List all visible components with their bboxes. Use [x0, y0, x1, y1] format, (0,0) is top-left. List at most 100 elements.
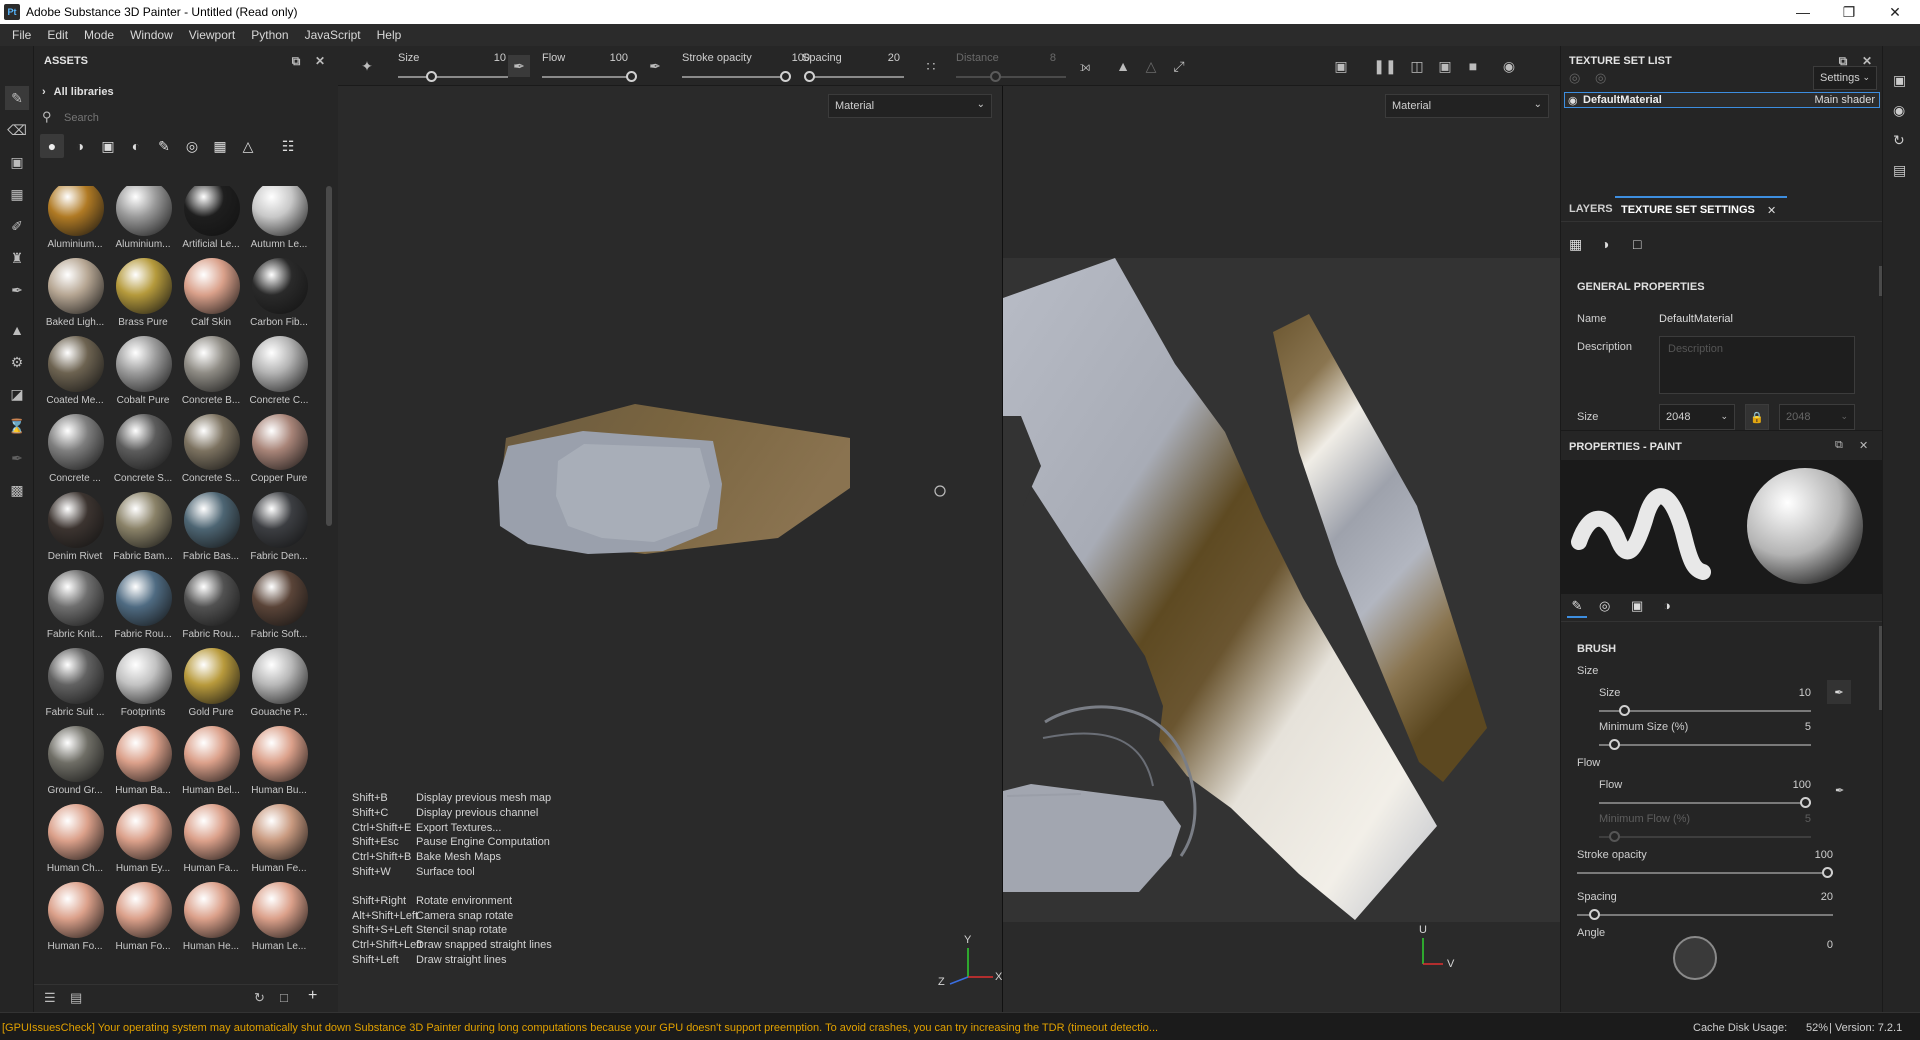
- menu-python[interactable]: Python: [243, 28, 296, 42]
- projection-icon[interactable]: ▣: [5, 150, 29, 174]
- size-width-select[interactable]: 2048 ⌄: [1659, 404, 1735, 430]
- restore-icon[interactable]: ❐: [1826, 0, 1872, 24]
- stencil-tab-icon[interactable]: ▣: [1631, 598, 1643, 614]
- slider-track[interactable]: [1599, 802, 1811, 804]
- list-view-icon[interactable]: ☰: [44, 990, 56, 1006]
- stroke-opacity-slider-track[interactable]: [682, 76, 788, 78]
- folder-icon[interactable]: □: [280, 990, 288, 1005]
- screenshot-icon[interactable]: ◉: [1498, 55, 1520, 77]
- menu-javascript[interactable]: JavaScript: [297, 28, 369, 42]
- asset-tile[interactable]: Gouache P...: [244, 646, 312, 724]
- name-value[interactable]: DefaultMaterial: [1659, 313, 1733, 325]
- visibility-off-icon[interactable]: ◎: [1569, 70, 1580, 86]
- asset-tile[interactable]: Denim Rivet: [40, 490, 108, 568]
- bake-icon[interactable]: ▲: [5, 318, 29, 342]
- slider-handle[interactable]: [1589, 909, 1601, 920]
- hide-uv-icon[interactable]: ▣: [1330, 55, 1352, 77]
- asset-tile[interactable]: Fabric Rou...: [108, 568, 176, 646]
- asset-tile[interactable]: Aluminium...: [108, 186, 176, 256]
- slider-handle[interactable]: [1800, 797, 1811, 808]
- alpha-tab-icon[interactable]: ◎: [1599, 598, 1610, 614]
- slider-track[interactable]: [1599, 836, 1811, 838]
- asset-tile[interactable]: Human Fe...: [244, 802, 312, 880]
- display-mode-icon[interactable]: ▣: [1434, 55, 1456, 77]
- asset-tile[interactable]: Cobalt Pure: [108, 334, 176, 412]
- asset-tile[interactable]: Human He...: [176, 880, 244, 958]
- description-field[interactable]: Description: [1659, 336, 1855, 394]
- display-settings-icon[interactable]: ◪: [5, 382, 29, 406]
- undock-icon[interactable]: ⧉: [288, 53, 304, 69]
- tss-mesh-maps-icon[interactable]: ▦: [1569, 236, 1582, 253]
- display-settings-icon[interactable]: ◉: [1893, 102, 1905, 119]
- tss-uv-icon[interactable]: □: [1633, 236, 1641, 252]
- status-message[interactable]: [GPUIssuesCheck] Your operating system m…: [2, 1022, 1562, 1034]
- asset-tile[interactable]: Gold Pure: [176, 646, 244, 724]
- asset-tile[interactable]: Footprints: [108, 646, 176, 724]
- slider-track[interactable]: [1599, 710, 1811, 712]
- import-icon[interactable]: ▤: [70, 990, 82, 1006]
- menu-viewport[interactable]: Viewport: [181, 28, 243, 42]
- slider-handle[interactable]: [1619, 705, 1631, 716]
- tss-channels-icon[interactable]: ◑: [1601, 236, 1609, 252]
- slider-track[interactable]: [1577, 914, 1833, 916]
- asset-tile[interactable]: Concrete C...: [244, 334, 312, 412]
- menu-mode[interactable]: Mode: [76, 28, 122, 42]
- smart-masks-filter-icon[interactable]: ◐: [124, 134, 148, 158]
- asset-tile[interactable]: Human Le...: [244, 880, 312, 958]
- asset-tile[interactable]: Fabric Knit...: [40, 568, 108, 646]
- hourglass-icon[interactable]: ⌛: [5, 414, 29, 438]
- environments-filter-icon[interactable]: △: [236, 134, 260, 158]
- smudge-icon[interactable]: ✐: [5, 214, 29, 238]
- menu-file[interactable]: File: [4, 28, 39, 42]
- asset-tile[interactable]: Concrete B...: [176, 334, 244, 412]
- asset-tile[interactable]: Fabric Soft...: [244, 568, 312, 646]
- brush-alignment-icon[interactable]: ✦: [356, 55, 378, 77]
- material-tab-icon[interactable]: ◑: [1663, 598, 1671, 613]
- asset-tile[interactable]: Fabric Bas...: [176, 490, 244, 568]
- export-icon[interactable]: ▩: [5, 478, 29, 502]
- brushes-filter-icon[interactable]: ✎: [152, 134, 176, 158]
- viewport-2d[interactable]: Material ⌄ U V: [1003, 86, 1560, 1012]
- visibility-icon[interactable]: ◎: [1595, 70, 1606, 86]
- search-input[interactable]: [64, 108, 324, 128]
- split-view-icon[interactable]: ◫: [1406, 55, 1428, 77]
- clone-stamp-icon[interactable]: ♜: [5, 246, 29, 270]
- asset-tile[interactable]: Fabric Rou...: [176, 568, 244, 646]
- add-icon[interactable]: +: [308, 987, 317, 1005]
- asset-tile[interactable]: Baked Ligh...: [40, 256, 108, 334]
- slider-track[interactable]: [1599, 744, 1811, 746]
- color-picker-icon[interactable]: ✒: [5, 278, 29, 302]
- asset-tile[interactable]: Human Fa...: [176, 802, 244, 880]
- polygon-fill-icon[interactable]: ▦: [5, 182, 29, 206]
- symmetry-icon[interactable]: ▲: [1112, 55, 1134, 77]
- viewport-3d[interactable]: Material ⌄ Y X Z Shift+B Display previous…: [338, 86, 1002, 1012]
- textures-filter-icon[interactable]: ▦: [208, 134, 232, 158]
- light-gizmo-icon[interactable]: [934, 485, 946, 497]
- masks-filter-icon[interactable]: ▣: [96, 134, 120, 158]
- symmetry-settings-icon[interactable]: △: [1140, 55, 1162, 77]
- history-icon[interactable]: ↻: [1893, 132, 1905, 149]
- refresh-icon[interactable]: ↻: [254, 990, 265, 1006]
- library-breadcrumb[interactable]: › All libraries: [42, 86, 114, 98]
- settings-icon[interactable]: ⚙: [5, 350, 29, 374]
- asset-tile[interactable]: Brass Pure: [108, 256, 176, 334]
- brush-flow-value[interactable]: 100: [1781, 779, 1811, 791]
- size-slider-track[interactable]: [398, 76, 508, 78]
- search-field[interactable]: ⚲: [42, 108, 332, 128]
- min-size-value[interactable]: 5: [1781, 721, 1811, 733]
- lock-icon[interactable]: 🔒: [1745, 404, 1769, 430]
- close-tab-icon[interactable]: ✕: [1767, 204, 1776, 217]
- flow-slider-handle[interactable]: [626, 71, 637, 82]
- spacing-value[interactable]: 20: [1803, 891, 1833, 903]
- menu-edit[interactable]: Edit: [39, 28, 76, 42]
- brush-tab-icon[interactable]: ✎: [1567, 598, 1587, 618]
- undock-icon[interactable]: ⧉: [1835, 439, 1843, 452]
- menu-help[interactable]: Help: [369, 28, 410, 42]
- slider-handle[interactable]: [1609, 831, 1621, 842]
- flow-slider-track[interactable]: [542, 76, 636, 78]
- minimize-icon[interactable]: —: [1780, 0, 1826, 24]
- size-slider-handle[interactable]: [426, 71, 437, 82]
- texture-set-list-icon[interactable]: ▣: [1893, 72, 1906, 89]
- slider-handle[interactable]: [1822, 867, 1833, 878]
- asset-tile[interactable]: Ground Gr...: [40, 724, 108, 802]
